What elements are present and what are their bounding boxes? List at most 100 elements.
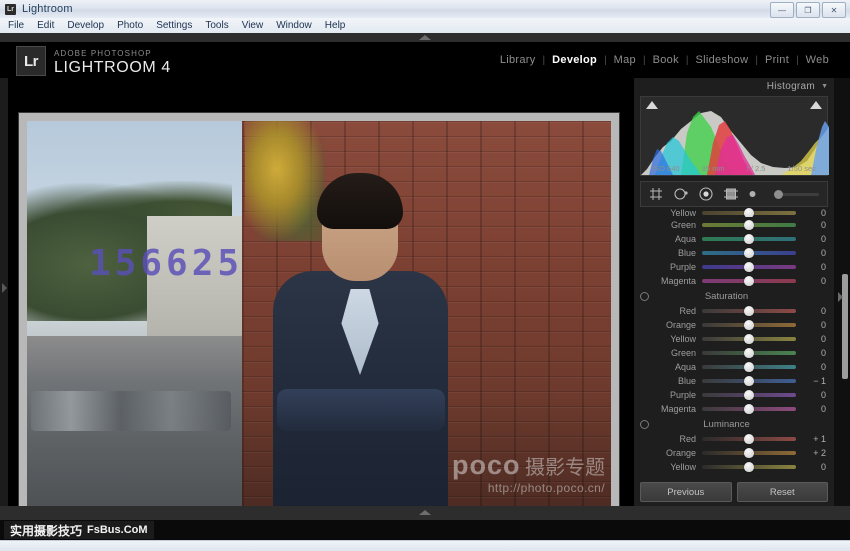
- module-web[interactable]: Web: [799, 54, 836, 66]
- crop-overlay-icon[interactable]: [649, 187, 663, 201]
- row-label: Yellow: [634, 462, 702, 472]
- previous-button[interactable]: Previous: [640, 482, 732, 502]
- hsl-row-hue-purple[interactable]: Purple 0: [634, 260, 834, 274]
- slider-knob[interactable]: [744, 404, 754, 414]
- menu-photo[interactable]: Photo: [117, 18, 143, 33]
- slider-knob[interactable]: [744, 462, 754, 472]
- saturation-header[interactable]: Saturation: [634, 289, 834, 304]
- hsl-row-lum-yellow[interactable]: Yellow 0: [634, 460, 834, 474]
- histogram-iso: ISO 640: [652, 164, 680, 173]
- menu-window[interactable]: Window: [276, 18, 312, 33]
- slider-track[interactable]: [702, 279, 796, 283]
- hsl-row-sat-green[interactable]: Green 0: [634, 346, 834, 360]
- module-slideshow[interactable]: Slideshow: [688, 54, 755, 66]
- adjustment-brush-icon[interactable]: [749, 187, 763, 201]
- menu-tools[interactable]: Tools: [205, 18, 228, 33]
- hsl-row-hue-blue[interactable]: Blue 0: [634, 246, 834, 260]
- slider-knob[interactable]: [744, 362, 754, 372]
- slider-track[interactable]: [702, 337, 796, 341]
- slider-track[interactable]: [702, 237, 796, 241]
- slider-track[interactable]: [702, 407, 796, 411]
- slider-knob[interactable]: [744, 306, 754, 316]
- menu-edit[interactable]: Edit: [37, 18, 54, 33]
- slider-knob[interactable]: [744, 234, 754, 244]
- maximize-button[interactable]: ❐: [796, 2, 820, 18]
- slider-track[interactable]: [702, 465, 796, 469]
- reset-button[interactable]: Reset: [737, 482, 829, 502]
- hsl-row-lum-red[interactable]: Red + 1: [634, 432, 834, 446]
- module-develop[interactable]: Develop: [545, 54, 604, 66]
- slider-knob[interactable]: [744, 376, 754, 386]
- slider-knob[interactable]: [744, 448, 754, 458]
- histogram-graph[interactable]: ISO 640 35 mm f / 2.5 1/50 sec: [640, 96, 828, 176]
- menu-develop[interactable]: Develop: [67, 18, 104, 33]
- module-print[interactable]: Print: [758, 54, 796, 66]
- slider-knob[interactable]: [744, 208, 754, 217]
- slider-knob[interactable]: [744, 348, 754, 358]
- slider-track[interactable]: [702, 251, 796, 255]
- slider-track[interactable]: [702, 323, 796, 327]
- menu-settings[interactable]: Settings: [156, 18, 192, 33]
- spot-removal-icon[interactable]: [674, 187, 688, 201]
- brush-size-knob[interactable]: [774, 190, 783, 199]
- slider-knob[interactable]: [744, 390, 754, 400]
- red-eye-correction-icon[interactable]: [699, 187, 713, 201]
- slider-track[interactable]: [702, 351, 796, 355]
- hsl-row-lum-orange[interactable]: Orange + 2: [634, 446, 834, 460]
- row-label: Yellow: [634, 208, 702, 217]
- module-book[interactable]: Book: [646, 54, 686, 66]
- hsl-row-sat-blue[interactable]: Blue − 1: [634, 374, 834, 388]
- module-library[interactable]: Library: [493, 54, 543, 66]
- filmstrip-collapse-bar[interactable]: [0, 506, 850, 520]
- minimize-button[interactable]: —: [770, 2, 794, 18]
- row-value: 0: [796, 276, 834, 286]
- luminance-header[interactable]: Luminance: [634, 417, 834, 432]
- right-panel-collapse-strip[interactable]: [834, 78, 850, 506]
- hsl-row-sat-purple[interactable]: Purple 0: [634, 388, 834, 402]
- menu-view[interactable]: View: [242, 18, 264, 33]
- hsl-row-sat-magenta[interactable]: Magenta 0: [634, 402, 834, 416]
- slider-knob[interactable]: [744, 248, 754, 258]
- hsl-row-sat-yellow[interactable]: Yellow 0: [634, 332, 834, 346]
- slider-track[interactable]: [702, 265, 796, 269]
- close-button[interactable]: ✕: [822, 2, 846, 18]
- slider-knob[interactable]: [744, 262, 754, 272]
- hsl-row-sat-orange[interactable]: Orange 0: [634, 318, 834, 332]
- slider-knob[interactable]: [744, 434, 754, 444]
- slider-knob[interactable]: [744, 334, 754, 344]
- slider-track[interactable]: [702, 379, 796, 383]
- slider-knob[interactable]: [744, 320, 754, 330]
- photo-subject-arms: [277, 389, 445, 431]
- slider-track[interactable]: [702, 393, 796, 397]
- hsl-row-hue-aqua[interactable]: Aqua 0: [634, 232, 834, 246]
- histogram-header[interactable]: Histogram ▼: [634, 78, 834, 94]
- target-adjust-icon[interactable]: [640, 420, 649, 429]
- hsl-row-lum-green[interactable]: Green + 13: [634, 474, 834, 476]
- photo-canvas[interactable]: 156625 poco 摄影专题 http://photo.poco.cn/: [27, 121, 611, 515]
- slider-track[interactable]: [702, 309, 796, 313]
- slider-track[interactable]: [702, 211, 796, 215]
- hsl-row-hue-magenta[interactable]: Magenta 0: [634, 274, 834, 288]
- right-panel-scrollbar[interactable]: [842, 274, 848, 379]
- chevron-down-icon[interactable]: ▼: [821, 83, 828, 90]
- hsl-row-sat-aqua[interactable]: Aqua 0: [634, 360, 834, 374]
- slider-track[interactable]: [702, 451, 796, 455]
- menu-file[interactable]: File: [8, 18, 24, 33]
- poco-watermark: poco 摄影专题 http://photo.poco.cn/: [452, 451, 605, 495]
- slider-track[interactable]: [702, 437, 796, 441]
- hsl-row-hue-yellow-partial[interactable]: Yellow 0: [634, 208, 834, 217]
- slider-track[interactable]: [702, 365, 796, 369]
- target-adjust-icon[interactable]: [640, 292, 649, 301]
- brush-size-slider[interactable]: [774, 193, 819, 196]
- hsl-row-hue-green[interactable]: Green 0: [634, 218, 834, 232]
- hsl-row-sat-red[interactable]: Red 0: [634, 304, 834, 318]
- identity-plate[interactable]: Lr ADOBE PHOTOSHOP LIGHTROOM 4: [16, 46, 171, 76]
- slider-track[interactable]: [702, 223, 796, 227]
- module-map[interactable]: Map: [607, 54, 643, 66]
- slider-knob[interactable]: [744, 276, 754, 286]
- panel-action-buttons: Previous Reset: [634, 482, 834, 502]
- menu-help[interactable]: Help: [325, 18, 346, 33]
- graduated-filter-icon[interactable]: [724, 187, 738, 201]
- slider-knob[interactable]: [744, 220, 754, 230]
- top-panel-collapse-bar[interactable]: [0, 33, 850, 42]
